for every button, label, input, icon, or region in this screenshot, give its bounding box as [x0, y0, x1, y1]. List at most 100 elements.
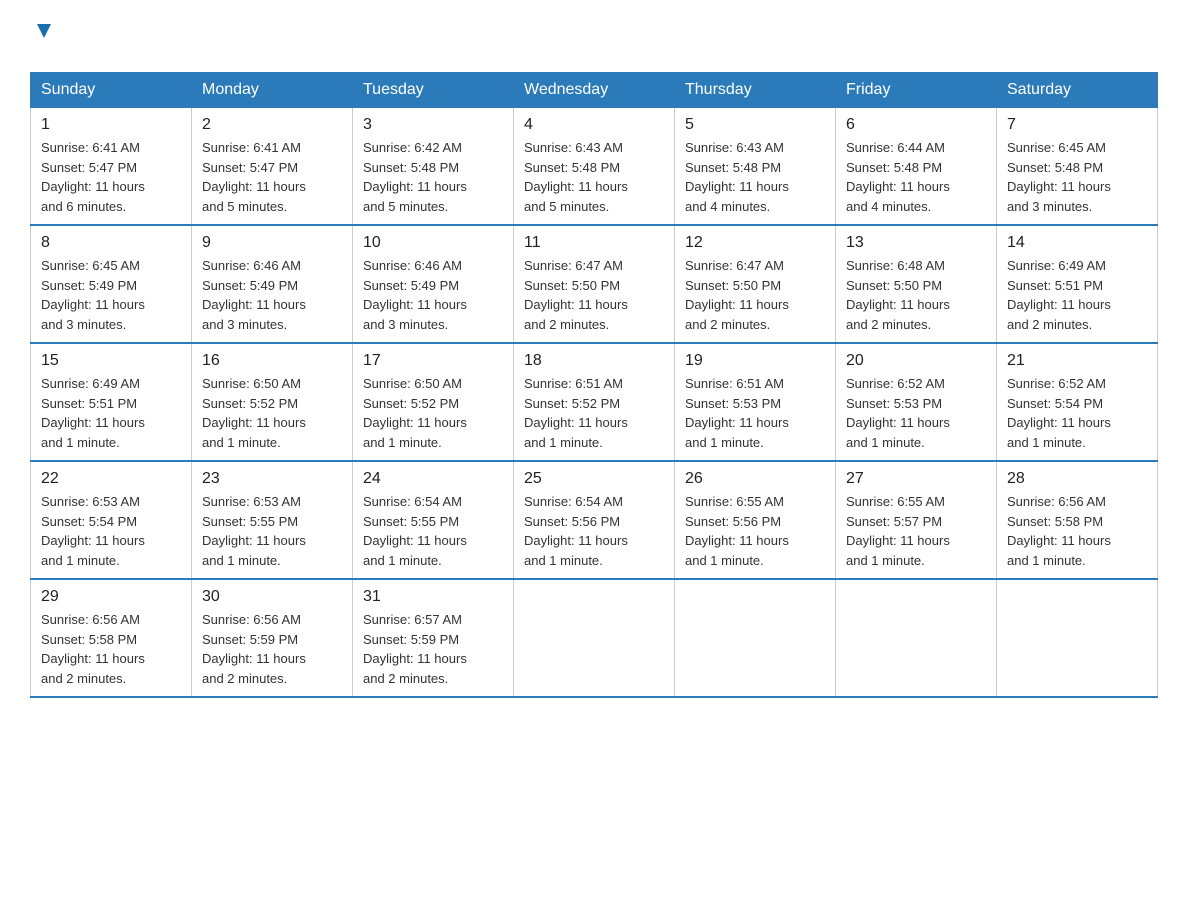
calendar-cell: 24 Sunrise: 6:54 AM Sunset: 5:55 PM Dayl… [353, 461, 514, 579]
day-info: Sunrise: 6:45 AM Sunset: 5:49 PM Dayligh… [41, 258, 145, 332]
calendar-cell: 13 Sunrise: 6:48 AM Sunset: 5:50 PM Dayl… [836, 225, 997, 343]
day-number: 5 [685, 116, 825, 134]
col-header-monday: Monday [192, 73, 353, 108]
day-number: 21 [1007, 352, 1147, 370]
col-header-wednesday: Wednesday [514, 73, 675, 108]
calendar-cell: 18 Sunrise: 6:51 AM Sunset: 5:52 PM Dayl… [514, 343, 675, 461]
calendar-cell: 27 Sunrise: 6:55 AM Sunset: 5:57 PM Dayl… [836, 461, 997, 579]
day-number: 18 [524, 352, 664, 370]
day-info: Sunrise: 6:50 AM Sunset: 5:52 PM Dayligh… [202, 376, 306, 450]
day-info: Sunrise: 6:51 AM Sunset: 5:52 PM Dayligh… [524, 376, 628, 450]
logo [30, 20, 55, 52]
calendar-cell: 8 Sunrise: 6:45 AM Sunset: 5:49 PM Dayli… [31, 225, 192, 343]
day-number: 14 [1007, 234, 1147, 252]
col-header-tuesday: Tuesday [353, 73, 514, 108]
day-info: Sunrise: 6:44 AM Sunset: 5:48 PM Dayligh… [846, 140, 950, 214]
calendar-week-row: 22 Sunrise: 6:53 AM Sunset: 5:54 PM Dayl… [31, 461, 1158, 579]
day-number: 20 [846, 352, 986, 370]
day-number: 11 [524, 234, 664, 252]
calendar-cell: 17 Sunrise: 6:50 AM Sunset: 5:52 PM Dayl… [353, 343, 514, 461]
calendar-cell: 20 Sunrise: 6:52 AM Sunset: 5:53 PM Dayl… [836, 343, 997, 461]
calendar-cell: 19 Sunrise: 6:51 AM Sunset: 5:53 PM Dayl… [675, 343, 836, 461]
calendar-cell: 16 Sunrise: 6:50 AM Sunset: 5:52 PM Dayl… [192, 343, 353, 461]
day-info: Sunrise: 6:49 AM Sunset: 5:51 PM Dayligh… [1007, 258, 1111, 332]
day-number: 22 [41, 470, 181, 488]
col-header-friday: Friday [836, 73, 997, 108]
day-number: 29 [41, 588, 181, 606]
day-info: Sunrise: 6:56 AM Sunset: 5:58 PM Dayligh… [1007, 494, 1111, 568]
day-number: 3 [363, 116, 503, 134]
day-info: Sunrise: 6:47 AM Sunset: 5:50 PM Dayligh… [524, 258, 628, 332]
day-number: 1 [41, 116, 181, 134]
calendar-cell [836, 579, 997, 697]
col-header-saturday: Saturday [997, 73, 1158, 108]
day-number: 13 [846, 234, 986, 252]
calendar-week-row: 15 Sunrise: 6:49 AM Sunset: 5:51 PM Dayl… [31, 343, 1158, 461]
day-number: 6 [846, 116, 986, 134]
logo-arrow-icon [33, 20, 55, 46]
day-number: 4 [524, 116, 664, 134]
day-info: Sunrise: 6:51 AM Sunset: 5:53 PM Dayligh… [685, 376, 789, 450]
day-info: Sunrise: 6:54 AM Sunset: 5:55 PM Dayligh… [363, 494, 467, 568]
col-header-thursday: Thursday [675, 73, 836, 108]
day-number: 31 [363, 588, 503, 606]
calendar-cell: 29 Sunrise: 6:56 AM Sunset: 5:58 PM Dayl… [31, 579, 192, 697]
day-number: 25 [524, 470, 664, 488]
calendar-cell: 6 Sunrise: 6:44 AM Sunset: 5:48 PM Dayli… [836, 108, 997, 226]
calendar-week-row: 1 Sunrise: 6:41 AM Sunset: 5:47 PM Dayli… [31, 108, 1158, 226]
calendar-cell: 30 Sunrise: 6:56 AM Sunset: 5:59 PM Dayl… [192, 579, 353, 697]
calendar-cell: 5 Sunrise: 6:43 AM Sunset: 5:48 PM Dayli… [675, 108, 836, 226]
day-info: Sunrise: 6:47 AM Sunset: 5:50 PM Dayligh… [685, 258, 789, 332]
calendar-header-row: SundayMondayTuesdayWednesdayThursdayFrid… [31, 73, 1158, 108]
day-number: 24 [363, 470, 503, 488]
day-info: Sunrise: 6:43 AM Sunset: 5:48 PM Dayligh… [685, 140, 789, 214]
calendar-cell [675, 579, 836, 697]
day-info: Sunrise: 6:55 AM Sunset: 5:56 PM Dayligh… [685, 494, 789, 568]
day-number: 26 [685, 470, 825, 488]
calendar-table: SundayMondayTuesdayWednesdayThursdayFrid… [30, 72, 1158, 698]
day-info: Sunrise: 6:56 AM Sunset: 5:58 PM Dayligh… [41, 612, 145, 686]
calendar-cell: 25 Sunrise: 6:54 AM Sunset: 5:56 PM Dayl… [514, 461, 675, 579]
day-info: Sunrise: 6:54 AM Sunset: 5:56 PM Dayligh… [524, 494, 628, 568]
day-info: Sunrise: 6:48 AM Sunset: 5:50 PM Dayligh… [846, 258, 950, 332]
day-info: Sunrise: 6:46 AM Sunset: 5:49 PM Dayligh… [202, 258, 306, 332]
day-number: 23 [202, 470, 342, 488]
calendar-cell: 4 Sunrise: 6:43 AM Sunset: 5:48 PM Dayli… [514, 108, 675, 226]
calendar-week-row: 8 Sunrise: 6:45 AM Sunset: 5:49 PM Dayli… [31, 225, 1158, 343]
calendar-cell: 1 Sunrise: 6:41 AM Sunset: 5:47 PM Dayli… [31, 108, 192, 226]
calendar-cell: 22 Sunrise: 6:53 AM Sunset: 5:54 PM Dayl… [31, 461, 192, 579]
day-number: 28 [1007, 470, 1147, 488]
day-number: 19 [685, 352, 825, 370]
calendar-cell [997, 579, 1158, 697]
day-info: Sunrise: 6:46 AM Sunset: 5:49 PM Dayligh… [363, 258, 467, 332]
day-info: Sunrise: 6:43 AM Sunset: 5:48 PM Dayligh… [524, 140, 628, 214]
calendar-cell: 15 Sunrise: 6:49 AM Sunset: 5:51 PM Dayl… [31, 343, 192, 461]
calendar-cell: 28 Sunrise: 6:56 AM Sunset: 5:58 PM Dayl… [997, 461, 1158, 579]
calendar-cell: 14 Sunrise: 6:49 AM Sunset: 5:51 PM Dayl… [997, 225, 1158, 343]
day-info: Sunrise: 6:41 AM Sunset: 5:47 PM Dayligh… [41, 140, 145, 214]
calendar-cell: 23 Sunrise: 6:53 AM Sunset: 5:55 PM Dayl… [192, 461, 353, 579]
day-info: Sunrise: 6:55 AM Sunset: 5:57 PM Dayligh… [846, 494, 950, 568]
day-info: Sunrise: 6:49 AM Sunset: 5:51 PM Dayligh… [41, 376, 145, 450]
day-number: 30 [202, 588, 342, 606]
day-number: 16 [202, 352, 342, 370]
col-header-sunday: Sunday [31, 73, 192, 108]
calendar-cell: 7 Sunrise: 6:45 AM Sunset: 5:48 PM Dayli… [997, 108, 1158, 226]
day-info: Sunrise: 6:42 AM Sunset: 5:48 PM Dayligh… [363, 140, 467, 214]
calendar-cell: 2 Sunrise: 6:41 AM Sunset: 5:47 PM Dayli… [192, 108, 353, 226]
day-info: Sunrise: 6:56 AM Sunset: 5:59 PM Dayligh… [202, 612, 306, 686]
day-number: 15 [41, 352, 181, 370]
day-number: 27 [846, 470, 986, 488]
page-header [30, 20, 1158, 52]
day-number: 2 [202, 116, 342, 134]
day-info: Sunrise: 6:57 AM Sunset: 5:59 PM Dayligh… [363, 612, 467, 686]
day-info: Sunrise: 6:52 AM Sunset: 5:53 PM Dayligh… [846, 376, 950, 450]
calendar-cell: 31 Sunrise: 6:57 AM Sunset: 5:59 PM Dayl… [353, 579, 514, 697]
calendar-cell: 10 Sunrise: 6:46 AM Sunset: 5:49 PM Dayl… [353, 225, 514, 343]
day-number: 8 [41, 234, 181, 252]
calendar-cell: 9 Sunrise: 6:46 AM Sunset: 5:49 PM Dayli… [192, 225, 353, 343]
calendar-cell: 26 Sunrise: 6:55 AM Sunset: 5:56 PM Dayl… [675, 461, 836, 579]
calendar-cell: 11 Sunrise: 6:47 AM Sunset: 5:50 PM Dayl… [514, 225, 675, 343]
day-number: 12 [685, 234, 825, 252]
day-info: Sunrise: 6:45 AM Sunset: 5:48 PM Dayligh… [1007, 140, 1111, 214]
